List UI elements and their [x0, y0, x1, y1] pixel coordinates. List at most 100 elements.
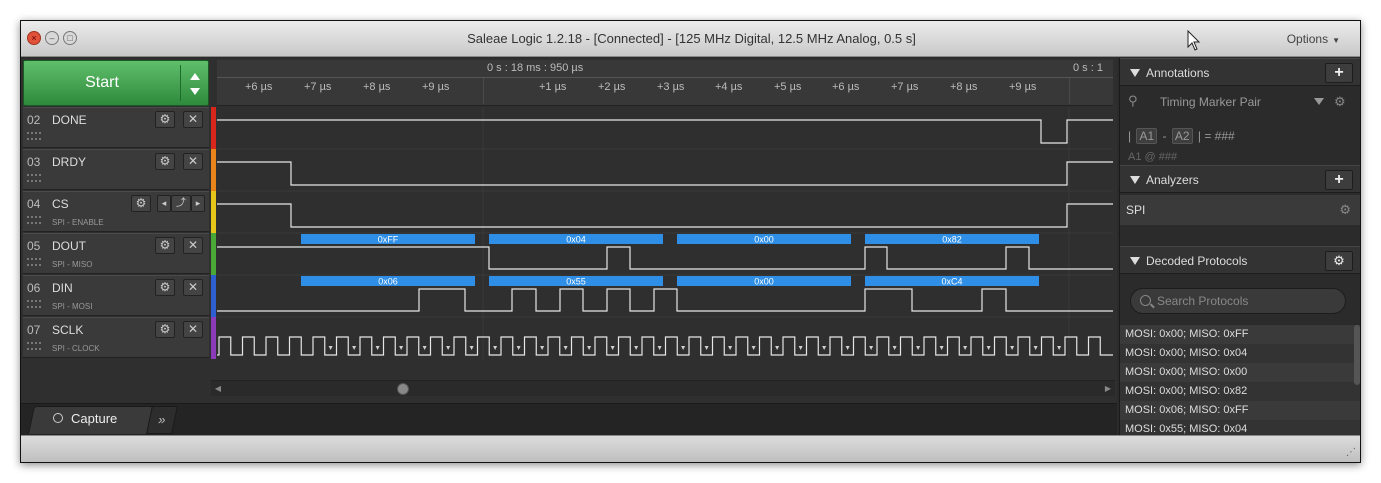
- gear-icon: ⚙: [1333, 253, 1345, 268]
- clock-sample-marker: [399, 346, 404, 350]
- clock-sample-marker: [516, 346, 521, 350]
- channel-row-done[interactable]: 02 DONE ⚙ ✕: [23, 107, 209, 148]
- list-item[interactable]: MOSI: 0x55; MISO: 0x04: [1120, 420, 1360, 435]
- analyzer-item-spi[interactable]: SPI ⚙: [1120, 195, 1360, 225]
- timing-marker-row[interactable]: ⚲ Timing Marker Pair ⚙: [1120, 88, 1360, 116]
- decoded-list-scrollbar[interactable]: [1354, 325, 1360, 385]
- collapse-triangle-icon[interactable]: [1130, 176, 1140, 184]
- gear-icon[interactable]: ⚙: [1334, 94, 1346, 110]
- marker-a2-badge[interactable]: A2: [1171, 128, 1193, 144]
- channel-row-sclk[interactable]: 07 SCLK SPI - CLOCK ⚙ ✕: [23, 317, 209, 358]
- arrow-up-icon[interactable]: [190, 73, 200, 80]
- edge-trigger-button[interactable]: ⤴: [171, 195, 191, 212]
- clock-sample-marker: [422, 346, 427, 350]
- channel-settings-button[interactable]: ⚙: [155, 279, 175, 296]
- timeline-tick: +9 µs: [1009, 81, 1037, 93]
- channel-name[interactable]: SCLK: [52, 323, 83, 337]
- search-input[interactable]: [1157, 289, 1337, 313]
- channel-settings-button[interactable]: ⚙: [155, 321, 175, 338]
- timeline-tick: +6 µs: [832, 81, 860, 93]
- waveform-display[interactable]: 0xFF 0x04 0x00 0x82 0x06 0x55 0x00 0xC4: [217, 107, 1113, 359]
- marker-a1-badge[interactable]: A1: [1136, 128, 1158, 144]
- drag-handle-icon[interactable]: [27, 174, 41, 182]
- collapse-triangle-icon[interactable]: [1130, 257, 1140, 265]
- clock-sample-marker: [986, 346, 991, 350]
- channel-settings-button[interactable]: ⚙: [155, 111, 175, 128]
- tab-capture-label[interactable]: Capture: [71, 404, 117, 434]
- more-tabs-button[interactable]: »: [146, 406, 178, 434]
- channel-name[interactable]: DIN: [52, 281, 73, 295]
- decoded-list[interactable]: MOSI: 0x00; MISO: 0xFF MOSI: 0x00; MISO:…: [1120, 325, 1360, 435]
- list-item[interactable]: MOSI: 0x00; MISO: 0x04: [1120, 344, 1360, 363]
- decoded-byte: 0xFF: [378, 235, 399, 245]
- gear-icon[interactable]: ⚙: [1339, 202, 1351, 218]
- next-edge-button[interactable]: ▸: [191, 195, 205, 212]
- channel-name[interactable]: DOUT: [52, 239, 86, 253]
- channel-row-dout[interactable]: 05 DOUT SPI - MISO ⚙ ✕: [23, 233, 209, 274]
- channel-settings-button[interactable]: ⚙: [155, 237, 175, 254]
- waveform-sclk: [217, 336, 1113, 356]
- scrollbar-thumb[interactable]: [397, 383, 409, 395]
- list-item[interactable]: MOSI: 0x00; MISO: 0xFF: [1120, 325, 1360, 344]
- channel-row-din[interactable]: 06 DIN SPI - MOSI ⚙ ✕: [23, 275, 209, 316]
- horizontal-scrollbar[interactable]: ◀ ▶: [211, 380, 1115, 396]
- channel-name[interactable]: CS: [52, 197, 69, 211]
- list-item[interactable]: MOSI: 0x00; MISO: 0x82: [1120, 382, 1360, 401]
- decoded-byte: 0x04: [566, 235, 586, 245]
- annotations-header[interactable]: Annotations +: [1120, 58, 1360, 86]
- window-title: Saleae Logic 1.2.18 - [Connected] - [125…: [467, 31, 916, 46]
- list-item[interactable]: MOSI: 0x06; MISO: 0xFF: [1120, 401, 1360, 420]
- prev-edge-button[interactable]: ◂: [157, 195, 171, 212]
- timeline-divider: [217, 77, 1113, 78]
- timeline-ruler[interactable]: 0 s : 18 ms : 950 µs 0 s : 1 +6 µs +7 µs…: [217, 60, 1113, 106]
- clock-sample-marker: [681, 346, 686, 350]
- drag-handle-icon[interactable]: [27, 342, 41, 350]
- channel-settings-button[interactable]: ⚙: [155, 153, 175, 170]
- channel-remove-button[interactable]: ✕: [183, 153, 203, 170]
- decoded-protocols-header[interactable]: Decoded Protocols ⚙: [1120, 246, 1360, 274]
- resize-grip-icon[interactable]: ⋰: [1346, 447, 1356, 458]
- analyzers-header[interactable]: Analyzers +: [1120, 165, 1360, 193]
- channel-name[interactable]: DRDY: [52, 155, 86, 169]
- channel-remove-button[interactable]: ✕: [183, 321, 203, 338]
- arrow-down-icon[interactable]: [190, 88, 200, 95]
- add-annotation-button[interactable]: +: [1325, 63, 1353, 83]
- channel-remove-button[interactable]: ✕: [183, 279, 203, 296]
- search-protocols-box[interactable]: [1130, 288, 1346, 314]
- scroll-right-icon[interactable]: ▶: [1101, 382, 1115, 396]
- drag-handle-icon[interactable]: [27, 132, 41, 140]
- decoded-settings-button[interactable]: ⚙: [1325, 251, 1353, 271]
- channel-settings-button[interactable]: ⚙: [131, 195, 151, 212]
- annotations-title: Annotations: [1146, 66, 1210, 80]
- list-item[interactable]: MOSI: 0x00; MISO: 0x00: [1120, 363, 1360, 382]
- channel-remove-button[interactable]: ✕: [183, 111, 203, 128]
- gear-icon: ⚙: [159, 322, 171, 336]
- channel-number: 04: [27, 197, 41, 211]
- drag-handle-icon[interactable]: [27, 258, 41, 266]
- channel-color-strip: [211, 149, 216, 191]
- timeline-tick: +6 µs: [245, 81, 273, 93]
- decoded-byte: 0x06: [378, 277, 398, 287]
- drag-handle-icon[interactable]: [27, 300, 41, 308]
- clock-sample-marker: [728, 346, 733, 350]
- clock-sample-marker: [869, 346, 874, 350]
- drag-handle-icon[interactable]: [27, 216, 41, 224]
- timing-marker-select[interactable]: Timing Marker Pair: [1160, 88, 1261, 116]
- chevron-down-icon[interactable]: [1314, 98, 1324, 105]
- scroll-left-icon[interactable]: ◀: [211, 382, 225, 396]
- timeline-label: 0 s : 18 ms : 950 µs: [487, 62, 584, 74]
- start-button[interactable]: Start: [23, 60, 209, 106]
- channel-remove-button[interactable]: ✕: [183, 237, 203, 254]
- channel-color-strip: [211, 107, 216, 149]
- side-panel: Annotations + ⚲ Timing Marker Pair ⚙ | A…: [1119, 58, 1360, 435]
- add-analyzer-button[interactable]: +: [1325, 170, 1353, 190]
- gear-icon: ⚙: [159, 112, 171, 126]
- channel-row-drdy[interactable]: 03 DRDY ⚙ ✕: [23, 149, 209, 190]
- clock-sample-marker: [328, 346, 333, 350]
- collapse-triangle-icon[interactable]: [1130, 69, 1140, 77]
- options-menu[interactable]: Options ▼: [1287, 21, 1340, 59]
- channel-name[interactable]: DONE: [52, 113, 87, 127]
- channel-row-cs[interactable]: 04 CS SPI - ENABLE ⚙ ◂ ⤴ ▸: [23, 191, 209, 232]
- decoded-byte: 0x00: [754, 235, 774, 245]
- clock-sample-marker: [493, 346, 498, 350]
